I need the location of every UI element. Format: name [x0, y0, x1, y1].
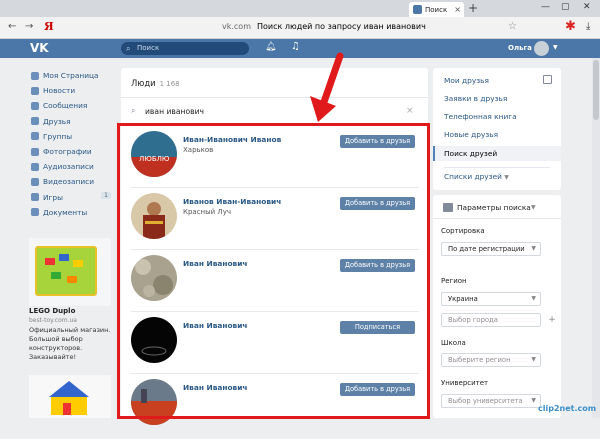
new-tab-icon[interactable]: +	[468, 1, 478, 15]
ad-text: Официальный магазин. Большой выбор конст…	[29, 326, 111, 361]
chevron-down-icon: ▼	[531, 295, 536, 302]
notifications-bell-icon[interactable]: 🔔︎	[265, 42, 276, 52]
university-label: Университет	[441, 379, 489, 387]
ad-title[interactable]: LEGO Duplo	[29, 307, 75, 315]
documents-icon	[31, 208, 39, 217]
search-params-panel: Параметры поиска ▼ Сортировка По дате ре…	[433, 195, 561, 418]
menu-phone-book[interactable]: Телефонная книга	[444, 112, 517, 121]
menu-friend-requests[interactable]: Заявки в друзья	[444, 94, 507, 103]
messages-icon	[31, 101, 39, 110]
vk-favicon-icon	[413, 5, 422, 14]
sidebar-nav: Моя Страница Новости Сообщения Друзья Гр…	[31, 68, 111, 220]
toy-house-image	[49, 381, 89, 415]
friends-icon	[31, 117, 39, 126]
clear-search-icon[interactable]: ×	[406, 106, 414, 116]
url-field[interactable]: vk.com Поиск людей по запросу иван иванов…	[222, 22, 426, 31]
games-icon	[31, 193, 39, 202]
forward-icon[interactable]: →	[25, 21, 33, 32]
music-icon[interactable]: ♫	[291, 41, 300, 52]
search-icon: ⌕	[131, 106, 136, 115]
download-icon[interactable]: ⤓	[586, 21, 590, 32]
chevron-down-icon: ▼	[531, 245, 536, 252]
search-input[interactable]: ⌕ Поиск	[121, 42, 249, 55]
extension-icon[interactable]: ✱	[565, 19, 576, 34]
chevron-down-icon: ▼	[531, 204, 536, 211]
vk-header: VK ⌕ Поиск 🔔︎ ♫ Ольга ▼	[0, 39, 600, 58]
yandex-logo[interactable]: Я	[44, 20, 54, 33]
vk-logo[interactable]: VK	[30, 41, 49, 55]
games-badge: 1	[101, 191, 111, 199]
sidebar-item-news[interactable]: Новости	[31, 83, 111, 98]
school-label: Школа	[441, 339, 466, 347]
maximize-icon[interactable]: ▢	[561, 2, 570, 12]
menu-friend-lists[interactable]: Списки друзей ▼	[444, 172, 509, 181]
browser-tab-bar: Поиск × + — ▢ ✕	[0, 0, 600, 17]
sort-select[interactable]: По дате регистрации ▼	[441, 242, 541, 256]
sidebar-item-my-page[interactable]: Моя Страница	[31, 68, 111, 83]
home-icon	[31, 71, 39, 80]
people-search-input[interactable]: иван иванович	[145, 107, 204, 116]
browser-tab[interactable]: Поиск ×	[409, 2, 464, 17]
friends-menu: Мои друзья Заявки в друзья Телефонная кн…	[433, 68, 561, 190]
groups-icon	[31, 132, 39, 141]
address-bar: ← → Я vk.com Поиск людей по запросу иван …	[0, 17, 600, 39]
page-title: Люди 1 168	[131, 78, 180, 88]
sidebar-item-games[interactable]: Игры 1	[31, 190, 111, 205]
sidebar-item-messages[interactable]: Сообщения	[31, 98, 111, 113]
results-count: 1 168	[159, 80, 180, 88]
lego-box-image	[35, 246, 97, 296]
sidebar-item-video[interactable]: Видеозаписи	[31, 174, 111, 189]
search-params-header[interactable]: Параметры поиска ▼	[433, 195, 561, 219]
close-window-icon[interactable]: ✕	[583, 2, 591, 12]
user-name[interactable]: Ольга	[508, 44, 532, 52]
red-arrow-icon	[310, 52, 344, 122]
audio-icon	[31, 162, 39, 171]
ad-url: best-toy.com.ua	[29, 317, 77, 324]
sidebar-item-documents[interactable]: Документы	[31, 205, 111, 220]
sidebar-item-audio[interactable]: Аудиозаписи	[31, 159, 111, 174]
minimize-icon[interactable]: —	[541, 2, 550, 12]
calendar-icon[interactable]	[543, 75, 552, 84]
school-select[interactable]: Выберите регион ▼	[441, 353, 541, 367]
add-city-icon[interactable]: +	[547, 315, 557, 325]
news-icon	[31, 86, 39, 95]
chevron-down-icon: ▼	[531, 397, 536, 404]
city-select[interactable]: Выбор города	[441, 313, 541, 327]
menu-my-friends[interactable]: Мои друзья	[444, 76, 489, 85]
scrollbar-thumb[interactable]	[593, 60, 599, 120]
ad-image-2[interactable]	[29, 375, 111, 418]
ad-image[interactable]	[29, 238, 111, 306]
chevron-down-icon: ▼	[531, 356, 536, 363]
sidebar-item-groups[interactable]: Группы	[31, 129, 111, 144]
back-icon[interactable]: ←	[8, 21, 16, 32]
menu-find-friends[interactable]: Поиск друзей	[444, 149, 497, 158]
sidebar-item-photos[interactable]: Фотографии	[31, 144, 111, 159]
tab-title: Поиск	[425, 5, 448, 14]
menu-new-friends[interactable]: Новые друзья	[444, 130, 498, 139]
results-highlight-box	[117, 123, 430, 419]
sort-label: Сортировка	[441, 227, 485, 235]
close-tab-icon[interactable]: ×	[454, 5, 461, 14]
region-label: Регион	[441, 277, 467, 285]
country-select[interactable]: Украина ▼	[441, 292, 541, 306]
watermark: clip2net.com	[538, 404, 597, 413]
search-icon: ⌕	[126, 44, 131, 53]
chevron-down-icon[interactable]: ▼	[553, 44, 558, 51]
chevron-down-icon: ▼	[504, 174, 509, 181]
sidebar-item-friends[interactable]: Друзья	[31, 114, 111, 129]
university-select[interactable]: Выбор университета ▼	[441, 394, 541, 408]
filter-icon	[443, 203, 453, 212]
video-icon	[31, 177, 39, 186]
bookmark-star-icon[interactable]: ☆	[508, 21, 517, 32]
photos-icon	[31, 147, 39, 156]
avatar[interactable]	[534, 41, 549, 56]
